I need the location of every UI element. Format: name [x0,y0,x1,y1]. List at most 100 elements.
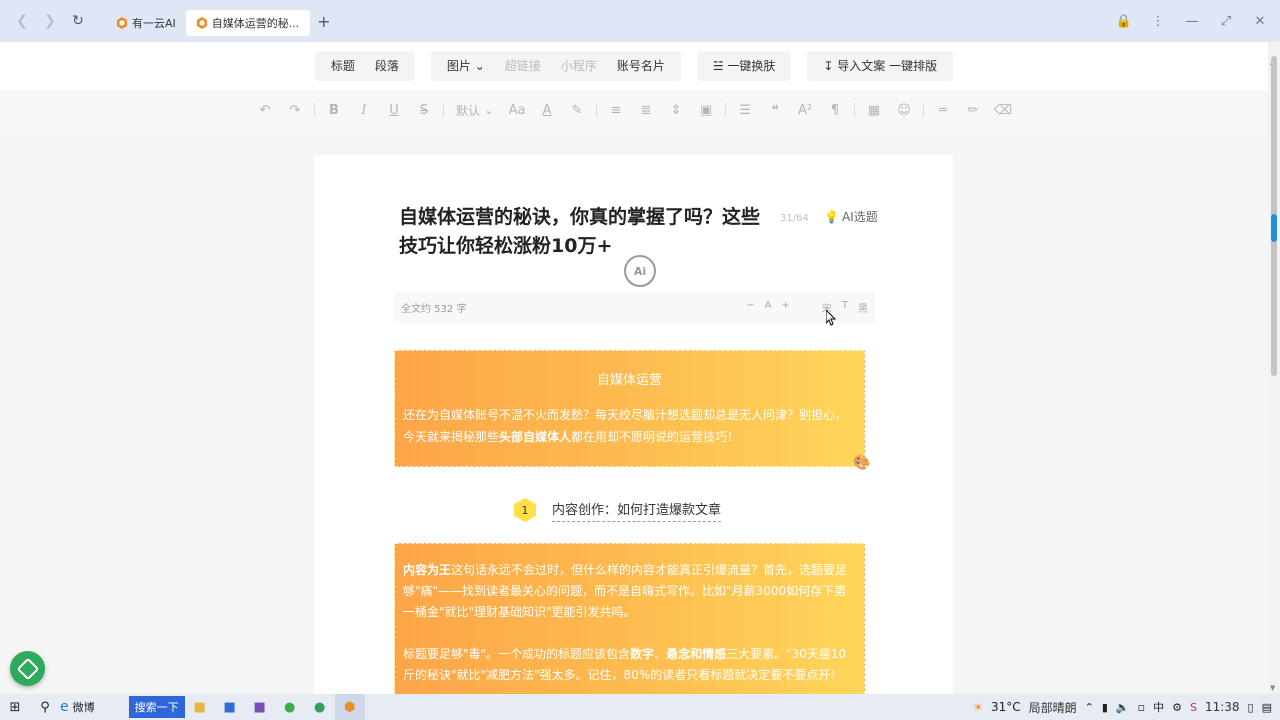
scroll-down-icon[interactable]: ▼ [1270,684,1278,692]
format-brush-icon[interactable]: ✏ [958,90,988,130]
import-button[interactable]: ↧ 导入文案 一键排版 [807,51,954,81]
browser-icon[interactable]: ● [275,694,305,720]
ai-badge-label: Ai [633,264,647,278]
notification-icon[interactable]: ▤ [1262,701,1272,714]
section-heading[interactable]: 1 内容创作：如何打造爆款文章 [514,498,722,522]
close-icon[interactable]: ✕ [1250,14,1270,29]
lock-icon[interactable]: 🔒 [1114,14,1134,29]
bold-icon[interactable]: B [319,90,349,130]
minimize-icon[interactable]: — [1182,14,1202,29]
list-icon[interactable]: ☰ [730,90,760,130]
line-height-icon[interactable]: ⇕ [661,90,691,130]
emoji-icon[interactable]: ☺ [889,90,919,130]
font-size-label: A [764,300,772,311]
article-title[interactable]: 自媒体运营的秘诀，你真的掌握了吗？这些技巧让你轻松涨粉10万+ [399,203,769,261]
divider-icon[interactable]: ═ [928,90,958,130]
tab-youyiyun[interactable]: 有一云AI [106,10,186,36]
floating-plugin-button[interactable] [10,651,45,686]
vertical-scrollbar[interactable]: ▲ ▼ [1268,42,1280,694]
volume-icon[interactable]: 🔈 [1116,701,1130,714]
undo-icon[interactable]: ↶ [250,90,280,130]
tab-article[interactable]: 自媒体运营的秘... [185,10,310,36]
scroll-marker [1271,214,1277,242]
highlight-icon[interactable]: ✎ [562,90,592,130]
account-card-button[interactable]: 账号名片 [607,51,675,81]
underline-icon[interactable]: U [379,90,409,130]
italic-icon[interactable]: I [349,90,379,130]
font-color-icon[interactable]: A [532,90,562,130]
app-icon[interactable]: ■ [245,694,275,720]
miniprogram-button[interactable]: 小程序 [551,51,607,81]
stats-bar: 全文约 532 字 − A + 宋 T 黑 [394,292,875,323]
paragraph-mark-icon[interactable]: ¶ [820,90,850,130]
eraser-icon[interactable]: ⌫ [988,90,1018,130]
forward-icon[interactable]: ❯ [36,7,64,35]
title-char-count: 31/64 [780,213,809,224]
lightbulb-icon: 💡 [824,209,839,224]
paragraph-button[interactable]: 段落 [365,51,409,81]
toolbar-group-text: 标题 段落 [314,51,415,81]
show-desktop-icon[interactable]: ▯ [1248,701,1254,714]
image-button[interactable]: 图片 ⌄ [437,51,495,81]
maximize-icon[interactable]: ⤢ [1216,14,1236,29]
tab-label: 自媒体运营的秘... [211,17,300,30]
network-icon[interactable]: ▫ [1138,701,1145,714]
hyperlink-button[interactable]: 超链接 [495,51,551,81]
settings-icon[interactable]: ⚙ [1172,701,1182,714]
content-paragraph: 内容为王这句话永远不会过时，但什么样的内容才能真正引爆流量？首先，选题要足够"痛… [403,563,848,619]
ai-topic-button[interactable]: 💡 AI选题 [824,208,878,225]
skin-button[interactable]: ☱ 一键换肤 [696,51,792,81]
strikethrough-icon[interactable]: S [409,90,439,130]
letter-spacing-icon[interactable]: ▣ [691,90,721,130]
redo-icon[interactable]: ↷ [280,90,310,130]
table-icon[interactable]: ▦ [859,90,889,130]
indent-icon[interactable]: ≣ [631,90,661,130]
intro-card-body: 还在为自媒体账号不温不火而发愁？每天绞尽脑汁想选题却总是无人问津？别担心，今天就… [403,408,848,444]
font-t-button[interactable]: T [842,300,848,315]
back-icon[interactable]: ❮ [8,7,36,35]
font-decrease-button[interactable]: − [746,300,754,315]
article-document: 自媒体运营的秘诀，你真的掌握了吗？这些技巧让你轻松涨粉10万+ 31/64 💡 … [314,155,953,700]
app-icon[interactable]: ⬢ [334,694,365,720]
reload-icon[interactable]: ↻ [64,7,92,35]
font-increase-button[interactable]: + [782,300,790,315]
font-hei-button[interactable]: 黑 [858,300,868,315]
skin-label: 一键换肤 [727,59,776,73]
battery-icon[interactable]: ▮ [1102,701,1108,714]
browser-tab-bar: ❮ ❯ ↻ 有一云AI 自媒体运营的秘... + 🔒 ⋮ — ⤢ ✕ [0,0,1280,42]
intro-card[interactable]: 自媒体运营 还在为自媒体账号不温不火而发愁？每天绞尽脑汁想选题却总是无人问津？别… [394,350,865,467]
import-label: 导入文案 一键排版 [837,59,938,73]
start-icon[interactable]: ⊞ [0,694,30,720]
align-left-icon[interactable]: ≡ [601,90,631,130]
import-icon: ↧ [823,59,838,73]
toolbar-group-insert: 图片 ⌄ 超链接 小程序 账号名片 [430,51,681,81]
palette-icon[interactable]: 🎨 [853,455,873,473]
clock[interactable]: 11:38 [1205,700,1240,714]
font-size-select[interactable]: 默认 ⌄ [448,90,502,130]
intro-card-heading: 自媒体运营 [596,373,662,388]
superscript-icon[interactable]: A² [790,90,820,130]
search-icon[interactable]: ⚲ [30,694,60,720]
menu-dots-icon[interactable]: ⋮ [1148,14,1168,29]
ie-icon: e [60,699,69,715]
app-favicon-icon [117,17,127,29]
font-family-icon[interactable]: Aa [502,90,532,130]
system-tray: ☀ 31°C 局部晴朗 ⌃ ▮ 🔈 ▫ 中 ⚙ S 11:38 ▯ ▤ [973,699,1280,716]
app-tray-icon[interactable]: S [1190,701,1197,714]
heading-button[interactable]: 标题 [321,51,365,81]
mouse-cursor-icon [826,310,836,326]
quote-icon[interactable]: ❝ [760,90,790,130]
content-card[interactable]: 内容为王这句话永远不会过时，但什么样的内容才能真正引爆流量？首先，选题要足够"痛… [394,543,865,700]
weibo-label: 微博 [72,701,95,714]
taskbar-weibo[interactable]: e 微博 [60,699,95,715]
ai-assistant-button[interactable]: Ai [624,255,656,287]
browser-icon[interactable]: ● [305,694,335,720]
taskbar-search-button[interactable]: 搜索一下 [128,696,185,718]
weather-text: 局部晴朗 [1028,700,1077,715]
chevron-up-icon[interactable]: ⌃ [1085,701,1094,714]
shirt-icon: ☱ [712,59,728,73]
new-tab-button[interactable]: + [310,8,338,34]
app-icon[interactable]: ■ [215,694,245,720]
ime-icon[interactable]: 中 [1153,699,1164,715]
file-explorer-icon[interactable]: ■ [185,694,215,720]
